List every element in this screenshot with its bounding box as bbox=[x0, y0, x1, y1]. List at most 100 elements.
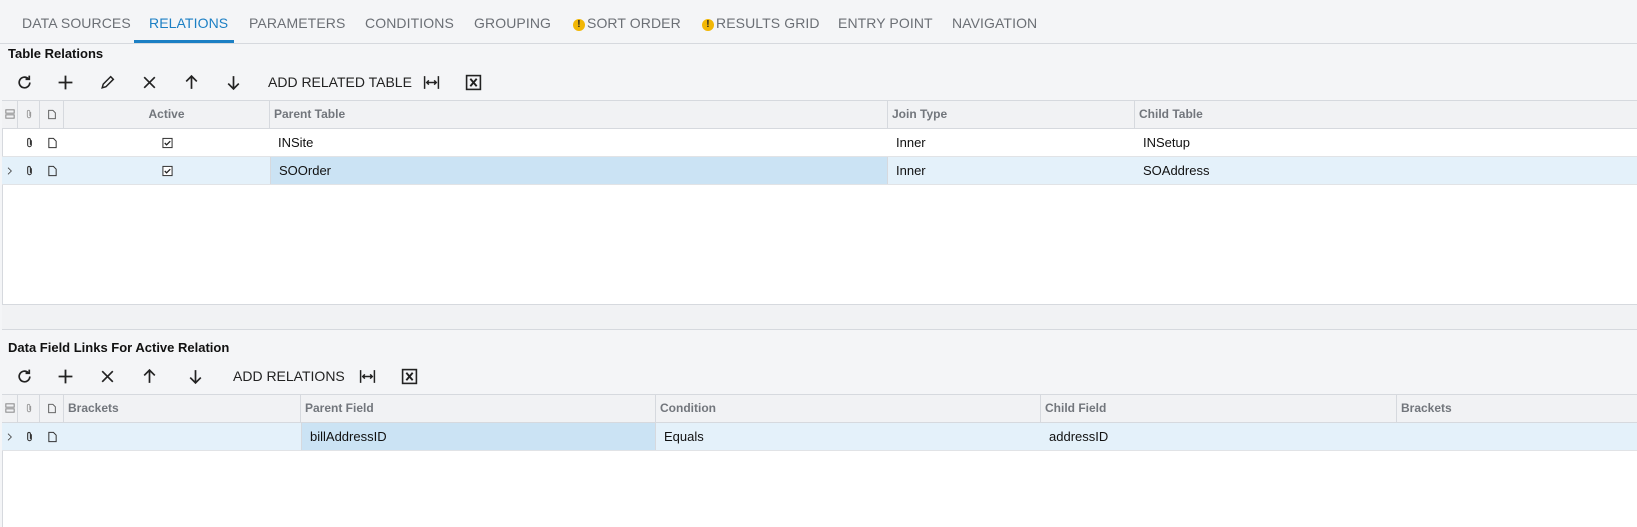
tab-bar: DATA SOURCES RELATIONS PARAMETERS CONDIT… bbox=[0, 0, 1637, 44]
attachment-column-header bbox=[18, 395, 40, 422]
add-relations-button[interactable]: ADD RELATIONS bbox=[233, 368, 345, 384]
condition-cell[interactable]: Equals bbox=[656, 423, 1041, 450]
note-cell[interactable] bbox=[40, 157, 64, 184]
export-excel-button[interactable] bbox=[397, 364, 421, 388]
child-table-cell[interactable]: INSetup bbox=[1135, 129, 1637, 156]
join-type-cell[interactable]: Inner bbox=[888, 129, 1135, 156]
attachment-cell[interactable] bbox=[18, 129, 40, 156]
columns-config-icon bbox=[4, 109, 15, 119]
child-field-column-header[interactable]: Child Field bbox=[1041, 395, 1397, 422]
columns-config-icon bbox=[4, 403, 15, 413]
arrow-up-icon bbox=[185, 74, 197, 89]
export-excel-button[interactable] bbox=[461, 70, 485, 94]
move-up-button[interactable] bbox=[137, 364, 161, 388]
note-cell[interactable] bbox=[40, 129, 64, 156]
relations-grid-header: Active Parent Table Join Type Child Tabl… bbox=[2, 100, 1637, 129]
checkbox-checked-icon bbox=[161, 165, 173, 176]
parent-table-cell[interactable]: INSite bbox=[270, 129, 888, 156]
note-column-header bbox=[40, 101, 64, 128]
row-selector-header[interactable] bbox=[2, 101, 18, 128]
delete-row-button[interactable] bbox=[95, 364, 119, 388]
note-icon bbox=[47, 109, 56, 120]
active-checkbox[interactable] bbox=[64, 129, 270, 156]
splitter-bar[interactable] bbox=[2, 304, 1637, 330]
close-brackets-cell[interactable] bbox=[1397, 423, 1637, 450]
note-icon bbox=[47, 137, 57, 148]
chevron-right-icon bbox=[7, 166, 12, 175]
move-up-button[interactable] bbox=[179, 70, 203, 94]
close-brackets-column-header[interactable]: Brackets bbox=[1397, 395, 1637, 422]
tab-relations[interactable]: RELATIONS bbox=[149, 15, 228, 31]
active-checkbox[interactable] bbox=[64, 157, 270, 184]
table-row[interactable]: billAddressID Equals addressID bbox=[2, 423, 1637, 451]
tab-grouping[interactable]: GROUPING bbox=[474, 15, 551, 31]
child-table-cell[interactable]: SOAddress bbox=[1135, 157, 1637, 184]
refresh-icon bbox=[17, 75, 31, 89]
fit-columns-button[interactable] bbox=[355, 364, 379, 388]
arrow-down-icon bbox=[227, 75, 239, 90]
links-grid-header: Brackets Parent Field Condition Child Fi… bbox=[2, 394, 1637, 423]
chevron-right-icon bbox=[7, 432, 12, 441]
tab-parameters[interactable]: PARAMETERS bbox=[249, 15, 345, 31]
delete-row-button[interactable] bbox=[137, 70, 161, 94]
join-type-cell[interactable]: Inner bbox=[888, 157, 1135, 184]
arrow-up-icon bbox=[143, 368, 155, 383]
excel-export-icon bbox=[401, 368, 417, 384]
warning-icon: ! bbox=[573, 19, 585, 31]
edit-button[interactable] bbox=[95, 70, 119, 94]
warning-icon: ! bbox=[702, 19, 714, 31]
active-tab-indicator bbox=[134, 40, 234, 43]
tab-sort-order[interactable]: ! SORT ORDER bbox=[573, 15, 681, 31]
parent-field-column-header[interactable]: Parent Field bbox=[301, 395, 656, 422]
refresh-icon bbox=[17, 369, 31, 383]
close-icon bbox=[143, 76, 155, 88]
attachment-cell[interactable] bbox=[18, 157, 40, 184]
note-column-header bbox=[40, 395, 64, 422]
plus-icon bbox=[58, 369, 72, 383]
fit-columns-icon bbox=[423, 75, 439, 89]
open-brackets-cell[interactable] bbox=[64, 423, 301, 450]
tab-results-grid-label: RESULTS GRID bbox=[716, 15, 820, 31]
table-row[interactable]: INSite Inner INSetup bbox=[2, 129, 1637, 157]
tab-data-sources[interactable]: DATA SOURCES bbox=[22, 15, 131, 31]
refresh-button[interactable] bbox=[12, 364, 36, 388]
note-icon bbox=[47, 165, 57, 176]
row-selector-header[interactable] bbox=[2, 395, 18, 422]
plus-icon bbox=[58, 75, 72, 89]
checkbox-checked-icon bbox=[161, 137, 173, 148]
parent-field-cell[interactable]: billAddressID bbox=[301, 423, 656, 450]
add-row-button[interactable] bbox=[53, 364, 77, 388]
row-expand-chevron[interactable] bbox=[2, 157, 18, 184]
open-brackets-column-header[interactable]: Brackets bbox=[64, 395, 301, 422]
child-field-cell[interactable]: addressID bbox=[1041, 423, 1397, 450]
parent-table-cell[interactable]: SOOrder bbox=[270, 157, 888, 184]
paperclip-icon bbox=[26, 109, 31, 119]
note-icon bbox=[47, 403, 56, 414]
active-column-header[interactable]: Active bbox=[64, 101, 270, 128]
join-type-column-header[interactable]: Join Type bbox=[888, 101, 1135, 128]
note-cell[interactable] bbox=[40, 423, 64, 450]
close-icon bbox=[101, 370, 113, 382]
add-related-table-button[interactable]: ADD RELATED TABLE bbox=[268, 74, 412, 90]
add-row-button[interactable] bbox=[53, 70, 77, 94]
attachment-column-header bbox=[18, 101, 40, 128]
excel-export-icon bbox=[465, 74, 481, 90]
paperclip-icon bbox=[26, 165, 32, 175]
fit-columns-icon bbox=[359, 369, 375, 383]
tab-entry-point[interactable]: ENTRY POINT bbox=[838, 15, 933, 31]
row-expand-chevron[interactable] bbox=[2, 423, 18, 450]
paperclip-icon bbox=[26, 137, 32, 147]
move-down-button[interactable] bbox=[183, 364, 207, 388]
attachment-cell[interactable] bbox=[18, 423, 40, 450]
table-row[interactable]: SOOrder Inner SOAddress bbox=[2, 157, 1637, 185]
arrow-down-icon bbox=[189, 369, 201, 384]
tab-results-grid[interactable]: ! RESULTS GRID bbox=[702, 15, 820, 31]
move-down-button[interactable] bbox=[221, 70, 245, 94]
child-table-column-header[interactable]: Child Table bbox=[1135, 101, 1637, 128]
condition-column-header[interactable]: Condition bbox=[656, 395, 1041, 422]
fit-columns-button[interactable] bbox=[419, 70, 443, 94]
tab-navigation[interactable]: NAVIGATION bbox=[952, 15, 1037, 31]
parent-table-column-header[interactable]: Parent Table bbox=[270, 101, 888, 128]
tab-conditions[interactable]: CONDITIONS bbox=[365, 15, 454, 31]
refresh-button[interactable] bbox=[12, 70, 36, 94]
